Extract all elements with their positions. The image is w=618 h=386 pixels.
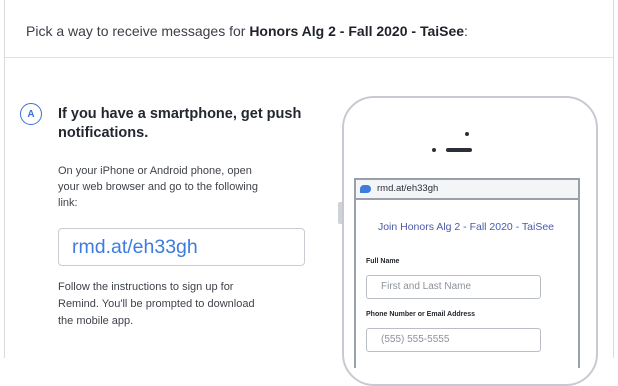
class-name: Honors Alg 2 - Fall 2020 - TaiSee: [249, 23, 465, 39]
phone-url-bar: rmd.at/eh33gh: [356, 180, 578, 200]
remind-logo-icon: [360, 185, 371, 193]
header-prefix: Pick a way to receive messages for: [26, 23, 250, 39]
phone-screen: rmd.at/eh33gh Join Honors Alg 2 - Fall 2…: [354, 178, 580, 368]
phone-sensor-icon: [432, 148, 436, 152]
dialog-header: Pick a way to receive messages for Honor…: [5, 0, 613, 58]
contact-field: (555) 555-5555: [366, 328, 541, 352]
full-name-label: Full Name: [366, 258, 400, 265]
follow-up-text: Follow the instructions to sign up for R…: [58, 281, 255, 327]
contact-label: Phone Number or Email Address: [366, 311, 476, 318]
option-instructions: On your iPhone or Android phone, open yo…: [58, 165, 258, 209]
phone-speaker-icon: [446, 148, 472, 152]
join-class-title: Join Honors Alg 2 - Fall 2020 - TaiSee: [377, 221, 555, 233]
header-text: Pick a way to receive messages for Honor…: [26, 23, 468, 39]
full-name-field: First and Last Name: [366, 275, 541, 299]
phone-url-text: rmd.at/eh33gh: [377, 183, 439, 194]
header-suffix: :: [464, 23, 468, 39]
phone-camera-icon: [465, 132, 469, 136]
signup-link[interactable]: rmd.at/eh33gh: [58, 228, 305, 266]
step-badge: A: [20, 103, 42, 125]
option-title: If you have a smartphone, get push notif…: [58, 106, 302, 141]
